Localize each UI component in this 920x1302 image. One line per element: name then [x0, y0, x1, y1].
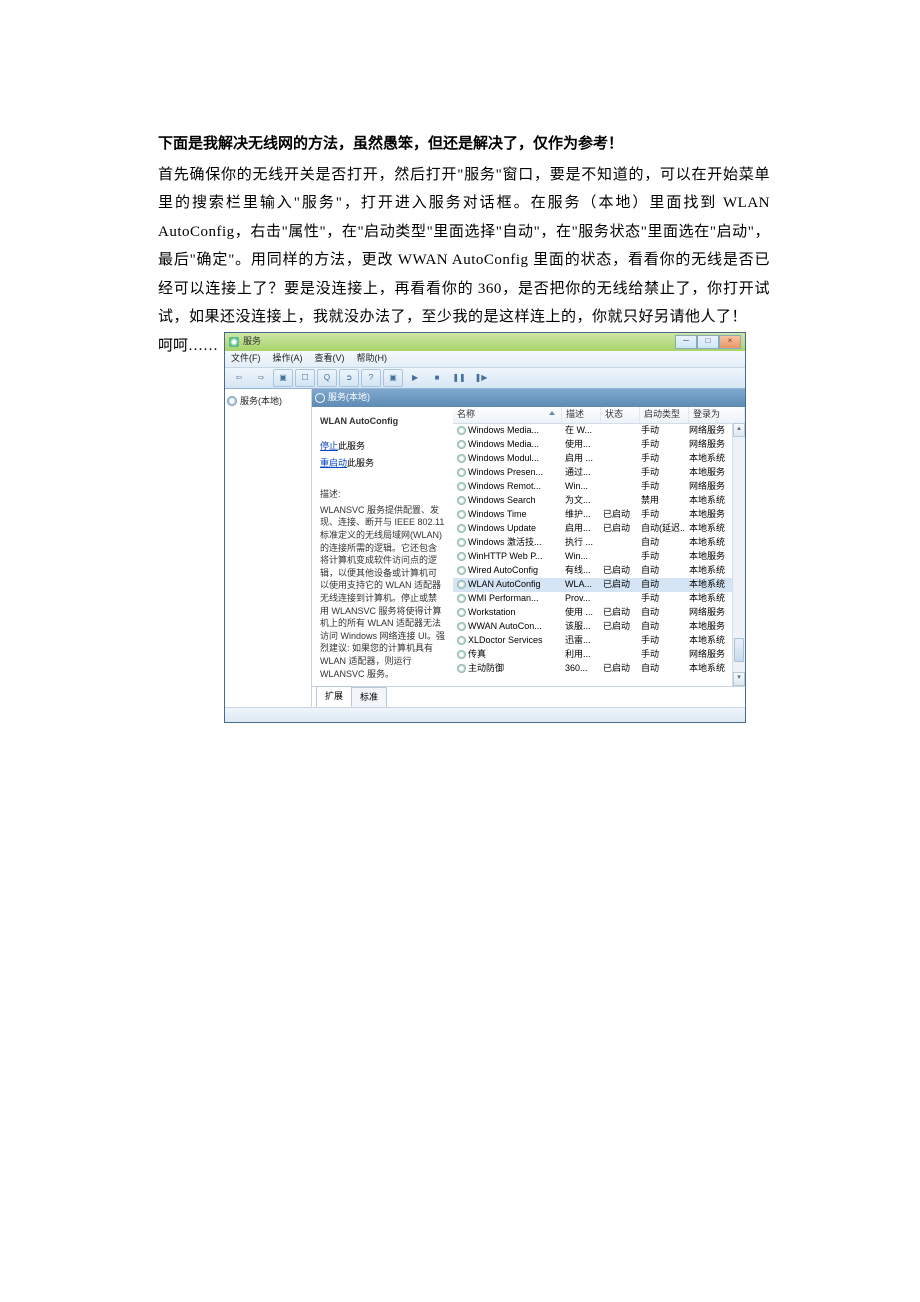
services-window: 服务 ─ □ × 文件(F) 操作(A) 查看(V) 帮助(H) ⇦ ⇨: [224, 332, 746, 724]
description-text: WLANSVC 服务提供配置、发现、连接、断开与 IEEE 802.11 标准定…: [320, 504, 445, 680]
menu-bar: 文件(F) 操作(A) 查看(V) 帮助(H): [225, 351, 745, 368]
gear-icon: [457, 440, 466, 449]
help-button[interactable]: ?: [361, 369, 381, 387]
service-info-panel: WLAN AutoConfig 停止此服务 重启动此服务 描述: WLANSVC…: [312, 407, 453, 687]
gear-icon: [457, 608, 466, 617]
scroll-down-button[interactable]: ▾: [733, 672, 745, 686]
maximize-button[interactable]: □: [697, 335, 719, 349]
sort-asc-icon: [549, 411, 555, 415]
col-startup[interactable]: 启动类型: [640, 407, 689, 423]
right-header-label: 服务(本地): [328, 389, 370, 406]
menu-file[interactable]: 文件(F): [231, 350, 261, 367]
gear-icon: [457, 552, 466, 561]
refresh-button[interactable]: Q: [317, 369, 337, 387]
gear-icon: [457, 594, 466, 603]
gear-icon: [457, 496, 466, 505]
restart-button[interactable]: ❚▶: [471, 369, 491, 387]
start-button[interactable]: ▶: [405, 369, 425, 387]
link-suffix: 此服务: [338, 441, 365, 451]
gear-icon: [457, 580, 466, 589]
tree-label: 服务(本地): [240, 393, 282, 410]
tab-bar: 扩展 标准: [312, 686, 745, 707]
gear-icon: [457, 636, 466, 645]
forward-button[interactable]: ⇨: [251, 369, 271, 387]
pause-button[interactable]: ❚❚: [449, 369, 469, 387]
gear-icon: [457, 468, 466, 477]
menu-help[interactable]: 帮助(H): [357, 350, 388, 367]
back-button[interactable]: ⇦: [229, 369, 249, 387]
service-row[interactable]: 主动防御360...已启动自动本地系统: [453, 662, 745, 676]
gear-icon: [457, 510, 466, 519]
tab-extended[interactable]: 扩展: [316, 686, 352, 707]
status-bar: [225, 707, 745, 722]
tab-standard[interactable]: 标准: [351, 687, 387, 707]
menu-view[interactable]: 查看(V): [315, 350, 345, 367]
scroll-thumb[interactable]: [734, 638, 744, 662]
restart-link[interactable]: 重启动: [320, 458, 347, 468]
service-startup: 自动: [637, 660, 685, 676]
stop-button[interactable]: ■: [427, 369, 447, 387]
toolbar-icon[interactable]: ☐: [295, 369, 315, 387]
scroll-up-button[interactable]: ▴: [733, 423, 745, 437]
window-titlebar[interactable]: 服务 ─ □ ×: [225, 333, 745, 351]
doc-title: 下面是我解决无线网的方法，虽然愚笨，但还是解决了，仅作为参考！: [158, 130, 770, 159]
gear-icon: [457, 622, 466, 631]
menu-action[interactable]: 操作(A): [273, 350, 303, 367]
gear-icon: [457, 566, 466, 575]
gear-icon: [227, 396, 237, 406]
gear-icon: [457, 454, 466, 463]
gear-icon: [457, 650, 466, 659]
gear-icon: [457, 524, 466, 533]
gear-icon: [457, 426, 466, 435]
close-button[interactable]: ×: [719, 335, 741, 349]
export-button[interactable]: ➲: [339, 369, 359, 387]
selected-service-name: WLAN AutoConfig: [320, 413, 445, 430]
toolbar-icon[interactable]: ▣: [273, 369, 293, 387]
minimize-button[interactable]: ─: [675, 335, 697, 349]
gear-icon: [457, 482, 466, 491]
col-status[interactable]: 状态: [601, 407, 640, 423]
col-desc[interactable]: 描述: [562, 407, 601, 423]
service-status: 已启动: [599, 660, 637, 676]
col-logon[interactable]: 登录为: [689, 407, 745, 423]
service-status: 已启动: [599, 520, 637, 537]
service-status: 已启动: [599, 618, 637, 635]
stop-link[interactable]: 停止: [320, 441, 338, 451]
col-name[interactable]: 名称: [453, 407, 562, 423]
list-header: 名称 描述 状态 启动类型 登录为: [453, 407, 745, 424]
right-header: 服务(本地): [312, 389, 745, 407]
service-name: 主动防御: [468, 660, 504, 676]
tree-pane: 服务(本地): [225, 389, 312, 708]
gear-icon: [457, 664, 466, 673]
vertical-scrollbar[interactable]: ▴ ▾: [732, 423, 745, 687]
link-suffix: 此服务: [347, 458, 374, 468]
tree-item-services-local[interactable]: 服务(本地): [227, 393, 309, 410]
gear-icon: [457, 538, 466, 547]
service-desc: 360...: [561, 660, 599, 676]
window-title: 服务: [243, 333, 261, 350]
description-label: 描述:: [320, 486, 445, 503]
service-list: 名称 描述 状态 启动类型 登录为 Windows Media...在 W...…: [453, 407, 745, 687]
toolbar-icon[interactable]: ▣: [383, 369, 403, 387]
toolbar: ⇦ ⇨ ▣ ☐ Q ➲ ? ▣ ▶ ■ ❚❚ ❚▶: [225, 368, 745, 389]
service-status: 已启动: [599, 576, 637, 593]
doc-closing: 呵呵……: [158, 332, 218, 361]
doc-body: 首先确保你的无线开关是否打开，然后打开"服务"窗口，要是不知道的，可以在开始菜单…: [158, 161, 770, 332]
